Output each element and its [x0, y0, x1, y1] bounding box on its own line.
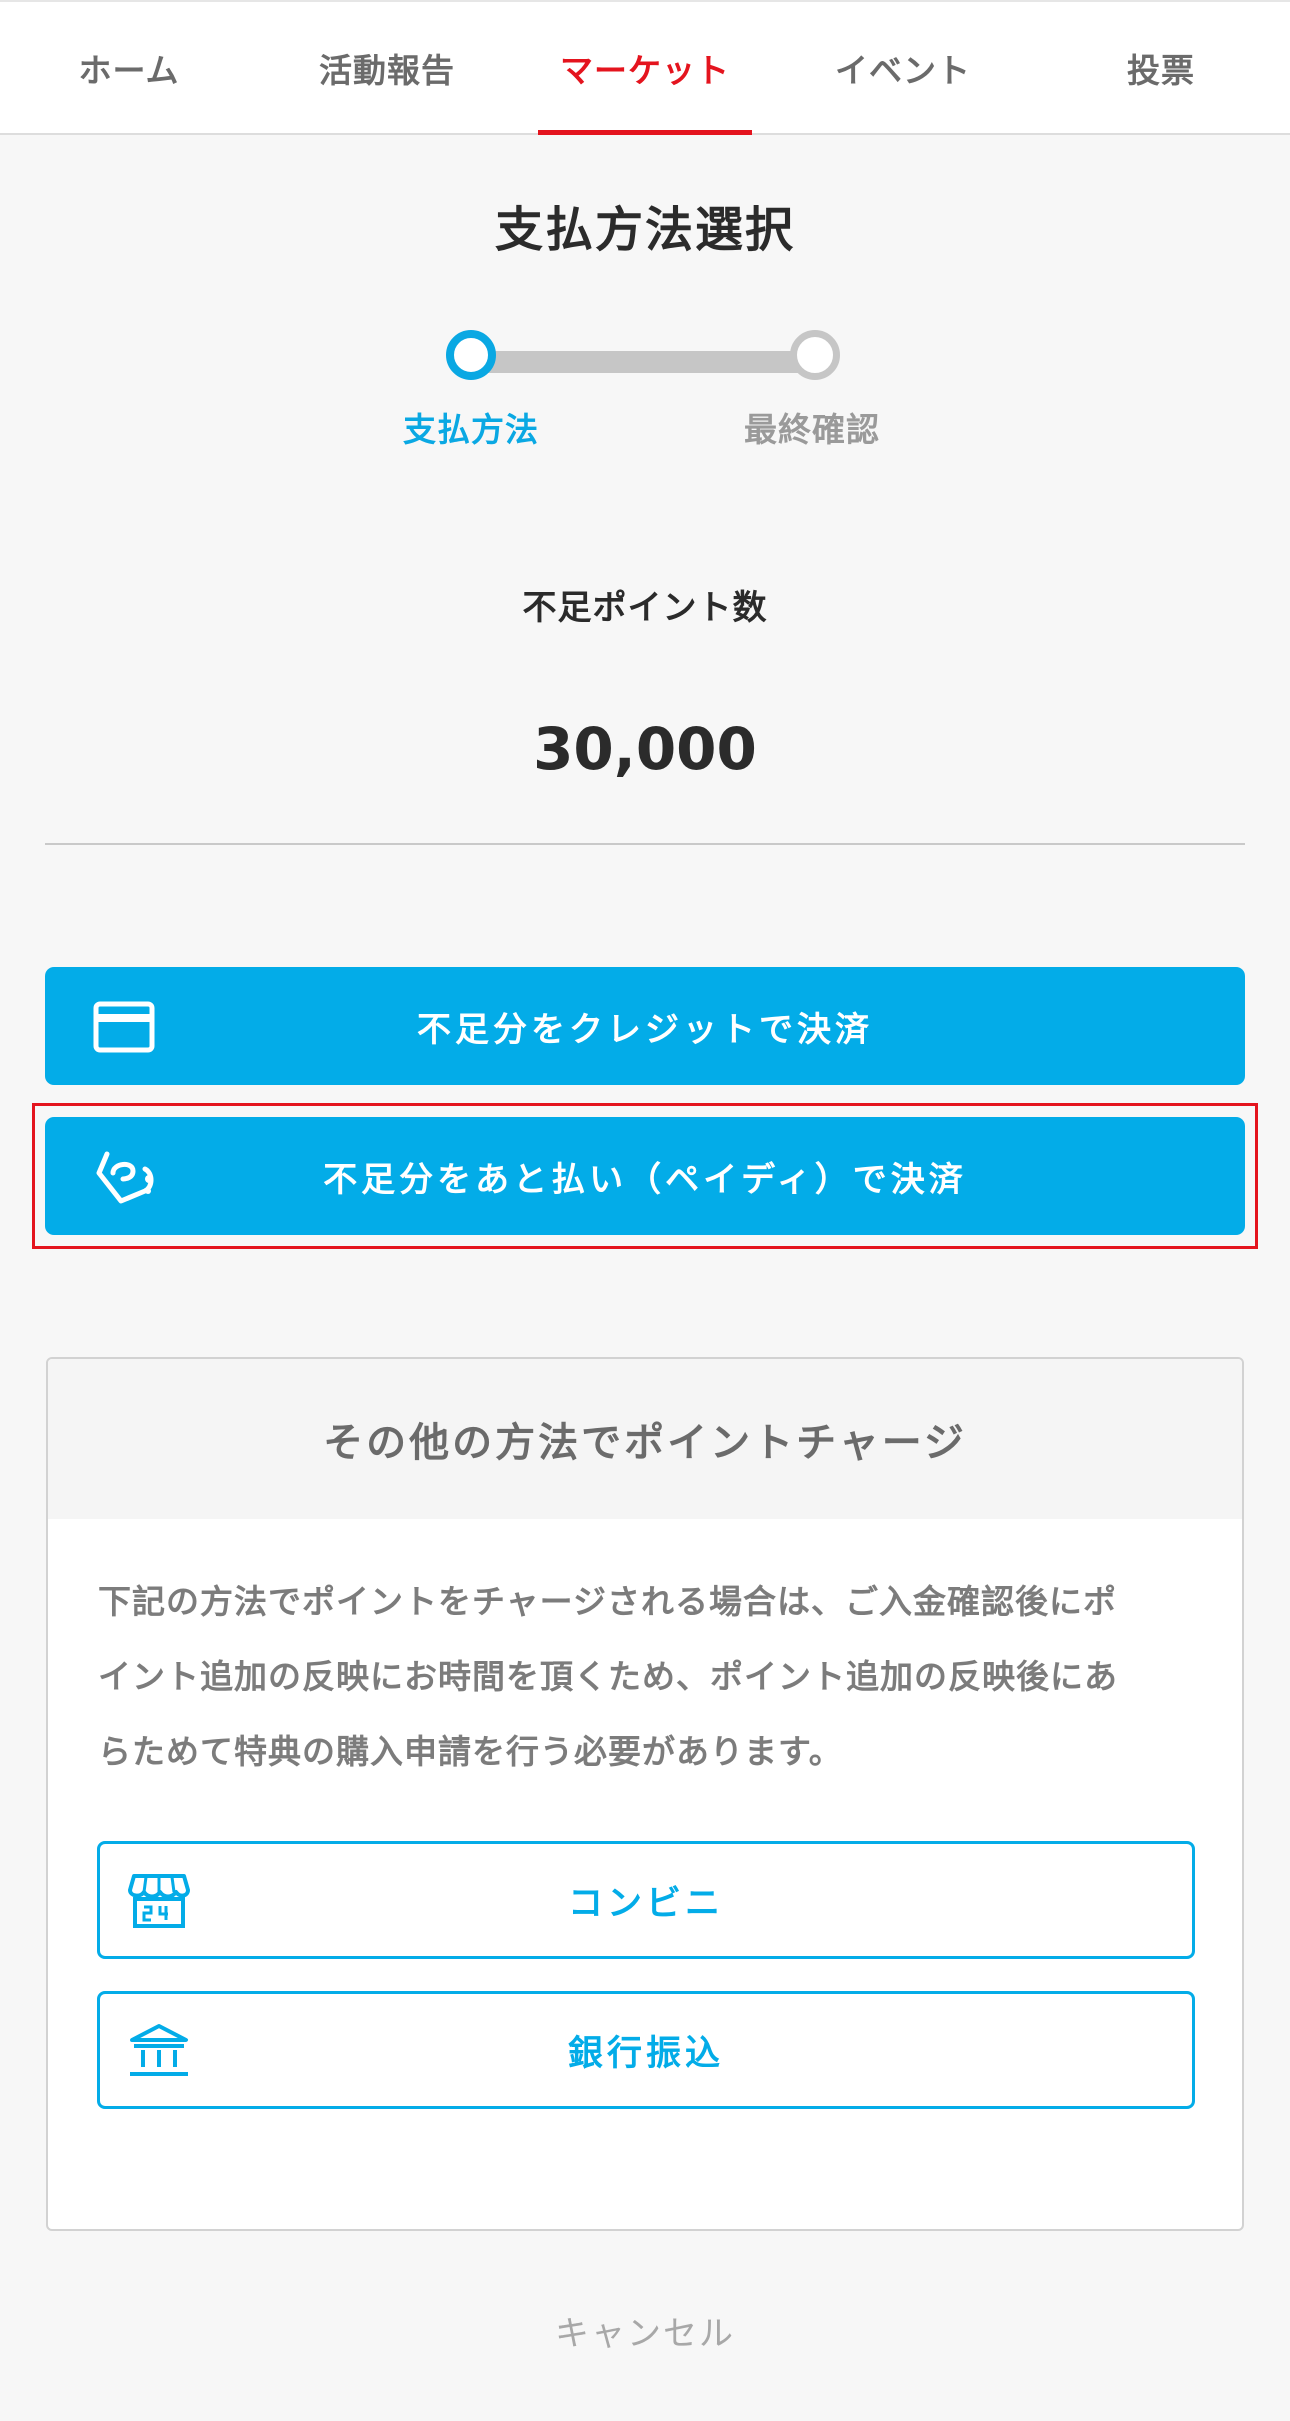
bank-transfer-button[interactable]: 銀行振込	[97, 1991, 1195, 2109]
top-navigation: ホーム 活動報告 マーケット イベント 投票	[0, 0, 1290, 135]
shortage-points-label: 不足ポイント数	[522, 588, 768, 628]
divider	[45, 843, 1245, 845]
convenience-store-button[interactable]: コンビニ	[97, 1841, 1195, 1959]
tab-vote[interactable]: 投票	[1032, 2, 1290, 133]
credit-payment-label: 不足分をクレジットで決済	[417, 1009, 873, 1050]
tab-market-label: マーケット	[560, 50, 730, 90]
tab-event[interactable]: イベント	[774, 2, 1032, 133]
step-2-label: 最終確認	[744, 410, 880, 449]
shortage-points-value: 30,000	[533, 715, 757, 783]
step-1-indicator	[446, 330, 496, 380]
other-methods-description: 下記の方法でポイントをチャージされる場合は、ご入金確認後にポ イント追加の反映に…	[98, 1564, 1198, 1789]
tab-home-label: ホーム	[78, 50, 180, 90]
description-line: らためて特典の購入申請を行う必要があります。	[98, 1732, 843, 1771]
tab-home[interactable]: ホーム	[0, 2, 258, 133]
tab-activity-report-label: 活動報告	[319, 50, 455, 90]
tab-activity-report[interactable]: 活動報告	[258, 2, 516, 133]
tab-market[interactable]: マーケット	[516, 2, 774, 135]
description-line: イント追加の反映にお時間を頂くため、ポイント追加の反映後にあ	[98, 1657, 1118, 1696]
stepper-line	[476, 351, 816, 373]
other-methods-card: その他の方法でポイントチャージ 下記の方法でポイントをチャージされる場合は、ご入…	[46, 1357, 1244, 2231]
cancel-link[interactable]: キャンセル	[0, 2306, 1290, 2355]
progress-stepper: 支払方法 最終確認	[403, 325, 879, 455]
highlight-frame	[32, 1103, 1258, 1249]
description-line: 下記の方法でポイントをチャージされる場合は、ご入金確認後にポ	[98, 1582, 1118, 1621]
tab-vote-label: 投票	[1127, 50, 1195, 90]
tab-event-label: イベント	[835, 50, 971, 90]
page-title: 支払方法選択	[494, 202, 795, 258]
other-methods-title: その他の方法でポイントチャージ	[48, 1359, 1242, 1519]
convenience-store-label: コンビニ	[567, 1883, 724, 1924]
step-1-label: 支払方法	[403, 410, 539, 449]
step-2-indicator	[790, 330, 840, 380]
bank-transfer-label: 銀行振込	[567, 2033, 724, 2074]
credit-payment-button[interactable]: 不足分をクレジットで決済	[45, 967, 1245, 1085]
